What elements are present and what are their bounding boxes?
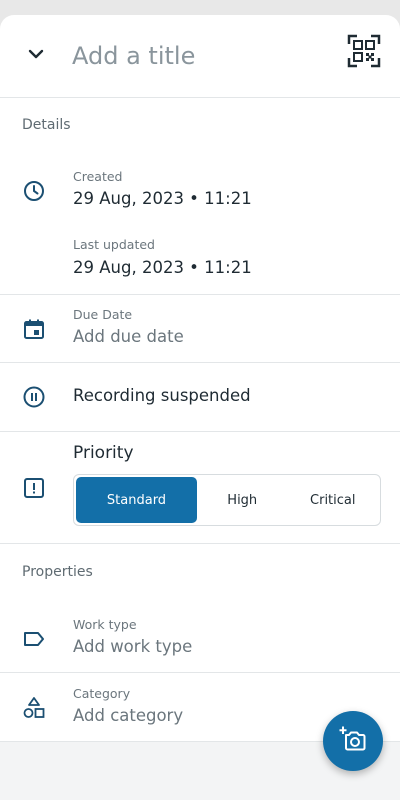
properties-section-label: Properties	[22, 564, 93, 580]
qr-scan-button[interactable]	[344, 33, 384, 73]
priority-option-high[interactable]: High	[197, 477, 288, 523]
work-type-row[interactable]	[0, 610, 400, 672]
chevron-down-icon	[28, 44, 44, 63]
work-type-caption: Work type	[73, 617, 137, 632]
created-value: 29 Aug, 2023 • 11:21	[73, 189, 252, 208]
shapes-icon	[22, 696, 46, 720]
qr-code-icon	[347, 34, 381, 72]
last-updated-value: 29 Aug, 2023 • 11:21	[73, 258, 252, 277]
priority-selector: Standard High Critical	[73, 474, 381, 526]
priority-alert-icon	[22, 476, 46, 500]
recording-status-label: Recording suspended	[73, 386, 251, 405]
bottom-sheet: Details Created 29 Aug, 2023 • 11:21 Las…	[0, 15, 400, 800]
divider	[0, 431, 400, 432]
calendar-icon	[22, 317, 46, 341]
divider	[0, 543, 400, 544]
priority-label: Priority	[73, 443, 134, 463]
clock-icon	[22, 179, 46, 203]
label-tag-icon	[22, 627, 46, 651]
sheet-header	[0, 15, 400, 98]
pause-circle-icon	[22, 385, 46, 409]
created-caption: Created	[73, 169, 123, 184]
due-date-caption: Due Date	[73, 307, 133, 322]
collapse-button[interactable]	[20, 37, 52, 69]
details-section-label: Details	[22, 117, 71, 133]
title-input[interactable]	[72, 37, 322, 75]
priority-option-standard[interactable]: Standard	[76, 477, 197, 523]
priority-option-critical[interactable]: Critical	[288, 477, 379, 523]
due-date-placeholder: Add due date	[73, 327, 184, 346]
divider	[0, 362, 400, 363]
due-date-row[interactable]	[0, 295, 400, 362]
category-placeholder: Add category	[73, 706, 184, 725]
add-photo-camera-icon	[339, 725, 367, 757]
category-caption: Category	[73, 686, 131, 701]
last-updated-caption: Last updated	[73, 237, 155, 252]
work-type-placeholder: Add work type	[73, 637, 193, 656]
add-photo-button[interactable]	[323, 711, 383, 771]
